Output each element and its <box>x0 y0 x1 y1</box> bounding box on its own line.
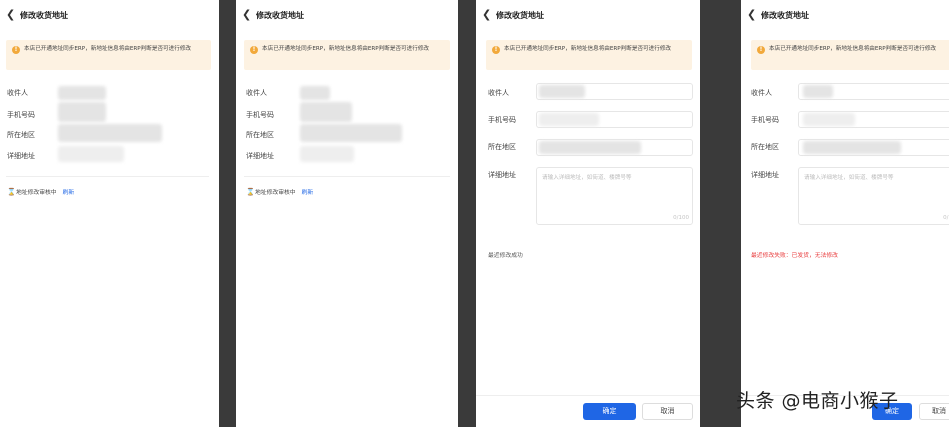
chevron-left-icon[interactable]: ❮ <box>6 8 18 22</box>
cancel-button[interactable]: 取消 <box>919 403 949 420</box>
recipient-value-redacted <box>803 85 833 98</box>
review-status-text: 地址修改审核中 <box>255 190 296 196</box>
char-counter: 0/100 <box>673 215 689 221</box>
address-label: 详细地址 <box>7 152 35 160</box>
warning-circle-icon: ! <box>250 46 258 54</box>
refresh-link[interactable]: 刷新 <box>63 187 75 196</box>
chevron-left-icon[interactable]: ❮ <box>242 8 254 22</box>
erp-notice: ! 本店已开通地址同步ERP，新地址信息将由ERP判断是否可进行修改 <box>486 40 692 70</box>
notice-text: 本店已开通地址同步ERP，新地址信息将由ERP判断是否可进行修改 <box>24 46 192 52</box>
header: ❮ 修改收货地址 <box>6 7 68 23</box>
phone-value-redacted <box>803 113 855 126</box>
chevron-left-icon[interactable]: ❮ <box>747 8 759 22</box>
footer-divider <box>476 395 700 396</box>
address-value-redacted <box>58 146 124 162</box>
screen-edit-failure: ❮ 修改收货地址 ! 本店已开通地址同步ERP，新地址信息将由ERP判断是否可进… <box>741 0 949 427</box>
screen-edit-success: ❮ 修改收货地址 ! 本店已开通地址同步ERP，新地址信息将由ERP判断是否可进… <box>476 0 700 427</box>
page-title: 修改收货地址 <box>761 10 809 20</box>
erp-notice: ! 本店已开通地址同步ERP，新地址信息将由ERP判断是否可进行修改 <box>6 40 211 70</box>
warning-circle-icon: ! <box>492 46 500 54</box>
warning-circle-icon: ! <box>757 46 765 54</box>
phone-value-redacted <box>539 113 599 126</box>
region-value-redacted <box>300 124 402 142</box>
erp-notice: ! 本店已开通地址同步ERP，新地址信息将由ERP判断是否可进行修改 <box>751 40 949 70</box>
recipient-value-redacted <box>539 85 585 98</box>
address-label: 详细地址 <box>488 171 516 179</box>
watermark-text: 头条 @电商小猴子 <box>736 390 899 412</box>
confirm-button[interactable]: 确定 <box>583 403 636 420</box>
review-status: ⌛ 地址修改审核中 刷新 <box>246 187 314 197</box>
recipient-label: 收件人 <box>751 89 772 97</box>
region-label: 所在地区 <box>246 131 274 139</box>
address-value-redacted <box>300 146 354 162</box>
recipient-label: 收件人 <box>488 89 509 97</box>
address-textarea[interactable]: 请输入详细地址，如街道、楼牌号等 0/100 <box>536 167 693 225</box>
header: ❮ 修改收货地址 <box>482 7 544 23</box>
region-value-redacted <box>539 141 641 154</box>
hourglass-icon: ⌛ <box>7 187 16 196</box>
phone-value-redacted <box>58 102 106 122</box>
address-label: 详细地址 <box>246 152 274 160</box>
char-counter: 0/100 <box>943 215 949 221</box>
recipient-value-redacted <box>300 86 330 100</box>
header: ❮ 修改收货地址 <box>747 7 809 23</box>
review-status-text: 地址修改审核中 <box>16 190 57 196</box>
region-label: 所在地区 <box>751 143 779 151</box>
region-label: 所在地区 <box>488 143 516 151</box>
screen-review-pending-2: ❮ 修改收货地址 ! 本店已开通地址同步ERP，新地址信息将由ERP判断是否可进… <box>236 0 458 427</box>
phone-label: 手机号码 <box>7 111 35 119</box>
region-value-redacted <box>803 141 901 154</box>
refresh-link[interactable]: 刷新 <box>302 187 314 196</box>
header: ❮ 修改收货地址 <box>242 7 304 23</box>
phone-label: 手机号码 <box>751 116 779 124</box>
address-label: 详细地址 <box>751 171 779 179</box>
recipient-label: 收件人 <box>246 89 267 97</box>
cancel-button[interactable]: 取消 <box>642 403 693 420</box>
recipient-label: 收件人 <box>7 89 28 97</box>
address-textarea[interactable]: 请输入详细地址，如街道、楼牌号等 0/100 <box>798 167 949 225</box>
page-title: 修改收货地址 <box>256 10 304 20</box>
recipient-value-redacted <box>58 86 106 100</box>
notice-text: 本店已开通地址同步ERP，新地址信息将由ERP判断是否可进行修改 <box>769 46 937 52</box>
chevron-left-icon[interactable]: ❮ <box>482 8 494 22</box>
divider <box>6 176 209 177</box>
edit-success-message: 最近修改成功 <box>488 253 523 259</box>
region-label: 所在地区 <box>7 131 35 139</box>
notice-text: 本店已开通地址同步ERP，新地址信息将由ERP判断是否可进行修改 <box>504 46 672 52</box>
hourglass-icon: ⌛ <box>246 187 255 196</box>
address-placeholder: 请输入详细地址，如街道、楼牌号等 <box>542 175 632 181</box>
edit-failure-message: 最近修改失败：已发货，无法修改 <box>751 253 838 259</box>
page-title: 修改收货地址 <box>20 10 68 20</box>
notice-text: 本店已开通地址同步ERP，新地址信息将由ERP判断是否可进行修改 <box>262 46 430 52</box>
erp-notice: ! 本店已开通地址同步ERP，新地址信息将由ERP判断是否可进行修改 <box>244 40 450 70</box>
page-title: 修改收货地址 <box>496 10 544 20</box>
region-value-redacted <box>58 124 162 142</box>
divider <box>244 176 450 177</box>
screen-review-pending: ❮ 修改收货地址 ! 本店已开通地址同步ERP，新地址信息将由ERP判断是否可进… <box>0 0 219 427</box>
address-placeholder: 请输入详细地址，如街道、楼牌号等 <box>804 175 894 181</box>
phone-label: 手机号码 <box>246 111 274 119</box>
phone-label: 手机号码 <box>488 116 516 124</box>
phone-value-redacted <box>300 102 352 122</box>
review-status: ⌛ 地址修改审核中 刷新 <box>7 187 75 197</box>
warning-circle-icon: ! <box>12 46 20 54</box>
